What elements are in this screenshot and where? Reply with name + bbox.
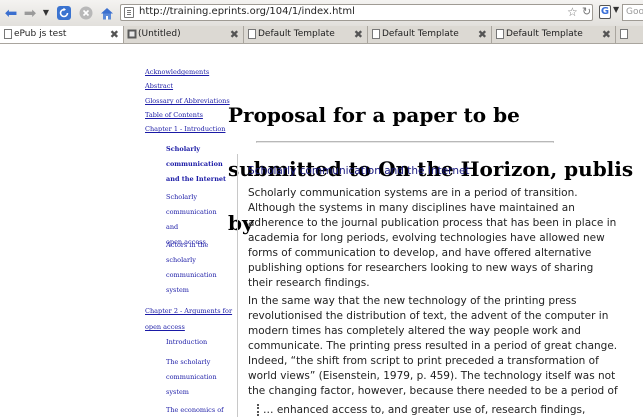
tab-default-template[interactable]: Default Template ✖: [368, 26, 492, 43]
chevron-down-icon: ▼: [42, 8, 50, 17]
home-button[interactable]: [99, 4, 115, 22]
tab-untitled[interactable]: (Untitled) ✖: [124, 26, 244, 43]
paragraph-line: Scholarly communication systems are in a…: [248, 187, 578, 199]
toc-sub-line: scholarly: [166, 256, 196, 264]
bookmark-star-icon[interactable]: ☆: [567, 5, 578, 19]
page-icon: [124, 7, 134, 18]
toc-link-acknowledgements[interactable]: Acknowledgements: [145, 68, 209, 76]
close-icon[interactable]: ✖: [110, 26, 119, 43]
toc-sub-line: The scholarly: [166, 358, 211, 366]
paragraph-2: In the same way that the new technology …: [248, 294, 618, 399]
toc-sub-actors[interactable]: Actors in the scholarly communication sy…: [166, 238, 228, 298]
address-bar[interactable]: http://training.eprints.org/104/1/index.…: [120, 4, 593, 21]
stop-icon: [79, 6, 93, 20]
toc-sub-line: Scholarly: [166, 145, 201, 153]
paragraph-line: Indeed, “the shift from script to print …: [248, 355, 599, 367]
close-icon[interactable]: ✖: [230, 26, 239, 43]
blockquote: … enhanced access to, and greater use of…: [257, 404, 585, 416]
toc-sub-line: The economics of: [166, 406, 224, 414]
toc-sub-line: system: [166, 286, 189, 294]
reload-icon: [57, 6, 71, 20]
tab-label: Default Template: [258, 29, 335, 39]
page-content: Acknowledgements Abstract Glossary of Ab…: [0, 44, 643, 417]
toc-sub-line: Actors in the: [166, 241, 209, 249]
toc-link-table-of-contents[interactable]: Table of Contents: [145, 111, 203, 119]
paragraph-line: world views” (Eisenstein, 1979, p. 459).…: [248, 370, 616, 382]
stop-button[interactable]: [78, 4, 94, 22]
toc-sub-line: system: [166, 388, 189, 396]
tab-label: Default Template: [382, 29, 459, 39]
toc-link-chapter-2[interactable]: Chapter 2 - Arguments for open access: [145, 303, 232, 335]
toc-sub-introduction[interactable]: Introduction: [166, 335, 228, 350]
toc-sub-scholarly-communication-internet[interactable]: Scholarly communication and the Internet: [166, 142, 228, 187]
paragraph-line: their research findings.: [248, 277, 370, 289]
toc-link-glossary[interactable]: Glossary of Abbreviations: [145, 97, 230, 105]
close-icon[interactable]: ✖: [602, 26, 611, 43]
toc-sub-line: and the Internet: [166, 175, 227, 183]
page-icon: [248, 29, 256, 39]
paragraph-1: Scholarly communication systems are in a…: [248, 186, 617, 291]
page-icon: [496, 29, 504, 39]
close-icon[interactable]: ✖: [478, 26, 487, 43]
toc-link-chapter-1[interactable]: Chapter 1 - Introduction: [145, 125, 225, 133]
paragraph-line: In the same way that the new technology …: [248, 295, 577, 307]
toc-link-line: Chapter 2 - Arguments for: [145, 307, 233, 315]
paragraph-line: adherence to the journal publication pro…: [248, 217, 617, 229]
search-engine-icon[interactable]: G: [599, 5, 611, 19]
toc-sub-line: communication: [166, 271, 217, 279]
tab-label: (Untitled): [138, 29, 181, 39]
page-icon: [620, 29, 628, 39]
url-text[interactable]: http://training.eprints.org/104/1/index.…: [139, 6, 355, 17]
paragraph-line: publishing options for researchers looki…: [248, 262, 594, 274]
toc-sub-line: communication: [166, 373, 217, 381]
forward-button[interactable]: ➡: [22, 4, 38, 22]
paragraph-line: communicate. The printing press resulted…: [248, 340, 618, 352]
tab-default-template[interactable]: Default Template ✖: [492, 26, 616, 43]
search-input[interactable]: Goog: [622, 4, 643, 21]
horizontal-rule: [256, 141, 554, 143]
toc-sub-line: Scholarly: [166, 193, 198, 201]
paragraph-line: forms of communication to develop, and h…: [248, 247, 592, 259]
search-engine-dropdown-icon[interactable]: ▼: [613, 5, 619, 14]
close-icon[interactable]: ✖: [354, 26, 363, 43]
toc-link-line: open access: [145, 323, 185, 331]
toc-sub-scholarly-communication-system[interactable]: The scholarly communication system: [166, 355, 228, 400]
tab-label: Default Template: [506, 29, 583, 39]
tab-epub-js-test[interactable]: ePub js test ✖: [0, 26, 124, 43]
toc-sub-line: Introduction: [166, 338, 208, 346]
paragraph-line: academia for long periods, evolving tech…: [248, 232, 605, 244]
home-icon: [101, 7, 113, 19]
url-refresh-icon[interactable]: ↻: [582, 5, 591, 18]
content-left-border: [237, 154, 238, 417]
back-button[interactable]: ⬅: [3, 4, 19, 22]
page-icon: [4, 29, 12, 39]
toc-sub-economics[interactable]: The economics of: [166, 403, 228, 417]
paragraph-line: Although the systems in many disciplines…: [248, 202, 575, 214]
back-arrow-icon: ⬅: [4, 4, 18, 22]
page-icon: [127, 29, 137, 39]
tab-default-template[interactable]: Default Template ✖: [244, 26, 368, 43]
toc-sub-line: communication: [166, 160, 223, 168]
reload-button[interactable]: [56, 4, 72, 22]
section-heading: Scholarly communication and the Internet: [248, 165, 470, 177]
tab-label: ePub js test: [14, 29, 67, 39]
paragraph-line: the changing factor, however, because th…: [248, 385, 618, 397]
history-dropdown-button[interactable]: ▼: [40, 4, 52, 22]
paragraph-line: modern times has completely altered the …: [248, 325, 581, 337]
paragraph-line: revolutionised the distribution of text,…: [248, 310, 609, 322]
toc-link-abstract[interactable]: Abstract: [145, 82, 173, 90]
navigation-toolbar: ⬅ ➡ ▼ http://training.eprints.org/104/1/…: [0, 0, 643, 27]
toc-sub-line: communication and: [166, 208, 217, 231]
page-icon: [372, 29, 380, 39]
title-line: Proposal for a paper to be: [228, 103, 520, 127]
tab-strip: ePub js test ✖ (Untitled) ✖ Default Temp…: [0, 26, 643, 44]
forward-arrow-icon: ➡: [23, 4, 37, 22]
tab-overflow[interactable]: [616, 26, 643, 43]
